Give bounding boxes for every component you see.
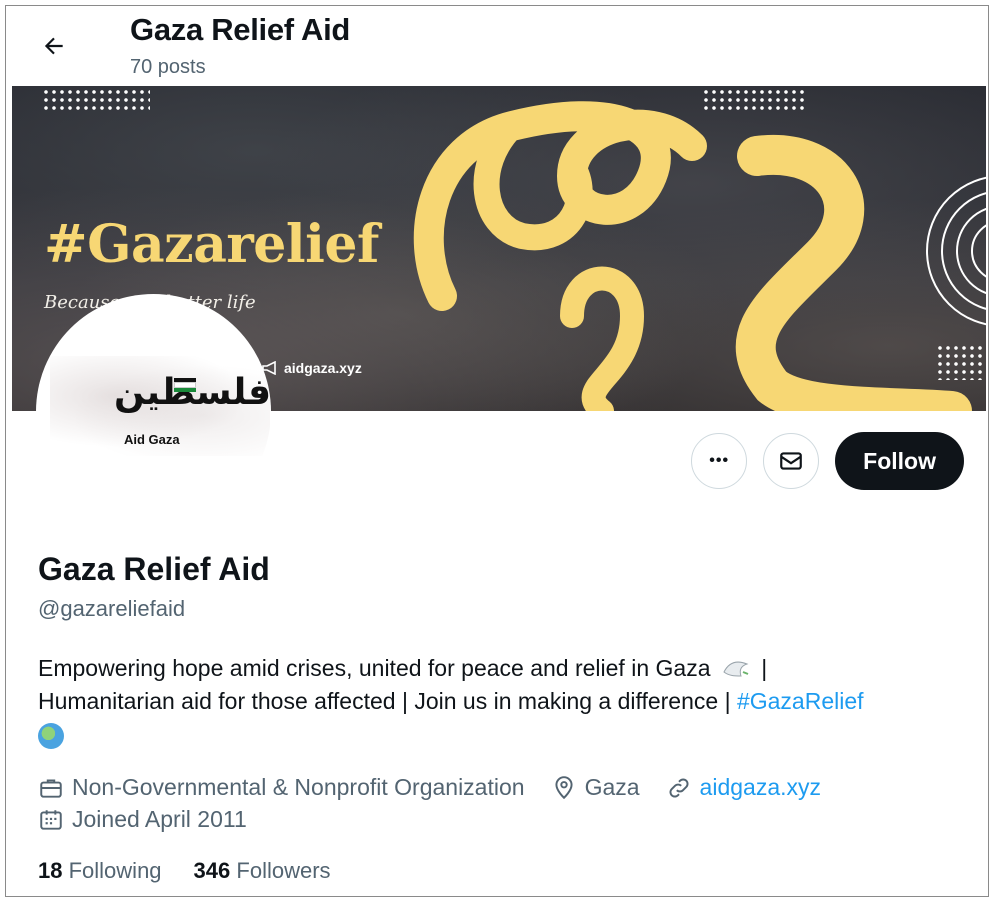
more-options-button[interactable]: ••• <box>691 433 748 489</box>
followers-label: Followers <box>236 858 331 883</box>
post-count: 70 posts <box>130 56 206 78</box>
follow-button[interactable]: Follow <box>835 432 964 490</box>
follow-stats: 18 Following 346 Followers <box>38 858 331 884</box>
arrow-left-icon <box>44 37 63 55</box>
profile-page: Gaza Relief Aid 70 posts #Gazarelief Bec… <box>5 5 989 897</box>
back-button[interactable] <box>34 26 74 66</box>
joined-item: Joined April 2011 <box>38 806 247 833</box>
profile-handle: @gazareliefaid <box>38 596 186 621</box>
profile-bio: Empowering hope amid crises, united for … <box>38 652 958 751</box>
profile-joined-row: Joined April 2011 <box>38 806 273 833</box>
bio-separator: | <box>754 655 768 681</box>
followers-count: 346 <box>193 858 231 883</box>
banner-url: aidgaza.xyz <box>262 360 362 376</box>
message-button[interactable] <box>763 433 820 489</box>
banner-hashtag: #Gazarelief <box>44 214 379 275</box>
following-count: 18 <box>38 858 63 883</box>
website-item: aidgaza.xyz <box>666 774 821 801</box>
bio-line-2: Humanitarian aid for those affected | Jo… <box>38 688 737 714</box>
more-icon: ••• <box>709 452 730 469</box>
top-bar: Gaza Relief Aid 70 posts <box>6 6 988 86</box>
joined-text: Joined April 2011 <box>72 806 247 832</box>
following-link[interactable]: 18 Following <box>38 858 162 884</box>
globe-icon <box>38 722 64 749</box>
location-pin-icon <box>555 775 573 799</box>
dove-icon <box>723 661 749 677</box>
location-item: Gaza <box>551 774 640 801</box>
avatar-caption: Aid Gaza <box>124 432 180 447</box>
page-title: Gaza Relief Aid <box>130 12 351 47</box>
profile-actions: ••• Follow <box>691 432 964 490</box>
followers-link[interactable]: 346 Followers <box>194 858 331 884</box>
avatar[interactable]: فلسطين Aid Gaza <box>36 294 271 529</box>
bio-hashtag-link[interactable]: #GazaRelief <box>737 688 864 714</box>
profile-name: Gaza Relief Aid <box>38 551 270 587</box>
website-link[interactable]: aidgaza.xyz <box>700 774 821 801</box>
envelope-icon <box>780 452 803 470</box>
link-icon <box>669 778 689 797</box>
banner-url-text: aidgaza.xyz <box>284 360 362 376</box>
profile-meta-row: Non-Governmental & Nonprofit Organizatio… <box>38 774 847 801</box>
calendar-icon <box>40 809 62 830</box>
briefcase-icon <box>40 778 62 798</box>
category-item: Non-Governmental & Nonprofit Organizatio… <box>38 774 525 801</box>
category-text: Non-Governmental & Nonprofit Organizatio… <box>72 774 525 800</box>
location-text: Gaza <box>584 774 640 800</box>
bio-line-1: Empowering hope amid crises, united for … <box>38 655 711 681</box>
following-label: Following <box>68 858 162 883</box>
palestine-flag-icon <box>174 378 196 392</box>
